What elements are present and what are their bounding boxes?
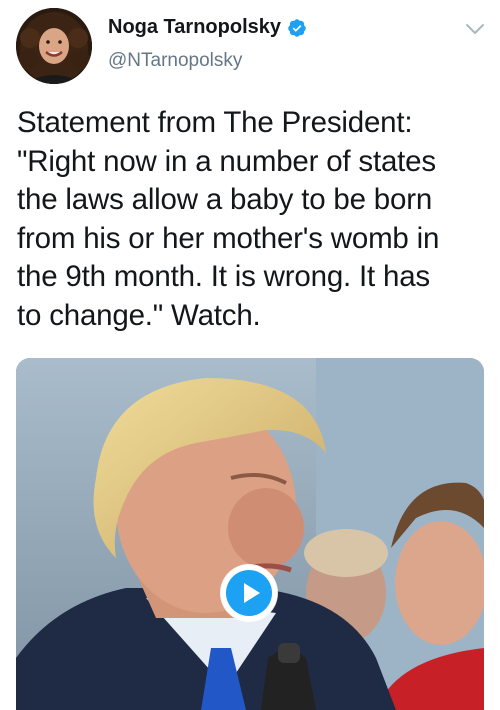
tweet-text-line: from his or her mother's womb in [17, 221, 440, 255]
author-name-row[interactable]: Noga Tarnopolsky [108, 16, 307, 39]
video-player[interactable] [16, 358, 484, 710]
display-name[interactable]: Noga Tarnopolsky [108, 16, 281, 39]
tweet-text-line: to change." Watch. [17, 298, 261, 332]
play-icon[interactable] [226, 570, 272, 616]
tweet-text: Statement from The President: "Right now… [17, 104, 487, 335]
avatar[interactable] [16, 8, 92, 84]
tweet-text-line: the laws allow a baby to be born [17, 183, 433, 216]
tweet-card: Noga Tarnopolsky @NTarnopolsky Statement… [0, 0, 500, 710]
play-button[interactable] [221, 565, 277, 621]
verified-badge-icon [287, 18, 307, 38]
tweet-text-line: Statement from The President: [17, 106, 413, 139]
tweet-text-line: the 9th month. It is wrong. It has [17, 260, 430, 293]
avatar-photo [16, 8, 92, 84]
author-handle[interactable]: @NTarnopolsky [108, 50, 242, 72]
video-thumbnail [16, 358, 484, 710]
chevron-down-icon[interactable] [464, 22, 486, 36]
tweet-text-line: "Right now in a number of states [17, 144, 436, 178]
